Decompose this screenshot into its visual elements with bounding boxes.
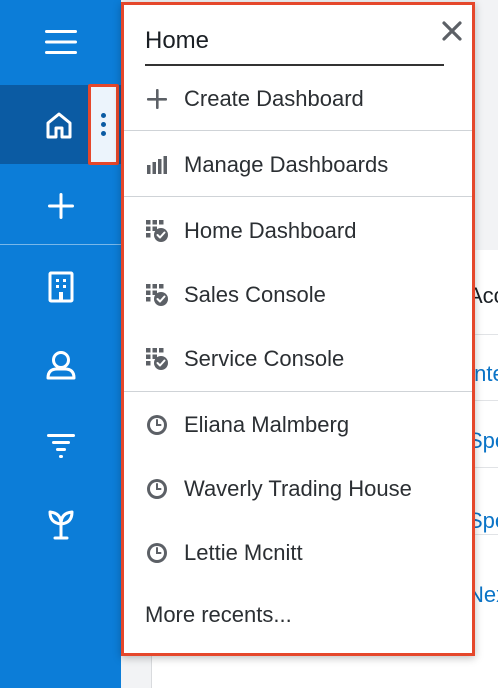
menu-item-label: Waverly Trading House: [184, 476, 412, 501]
menu-divider: [124, 130, 472, 131]
menu-item-label: Home Dashboard: [184, 218, 357, 243]
home-icon: [46, 112, 71, 138]
dashboard-check-icon: [145, 219, 169, 243]
funnel-icon: [46, 434, 75, 458]
building-icon: [48, 271, 73, 303]
title-underline: [145, 64, 444, 66]
sprout-icon: [48, 510, 73, 540]
bar-chart-icon: [145, 153, 169, 177]
dashboard-item[interactable]: Home Dashboard: [124, 211, 472, 251]
menu-item-label: Sales Console: [184, 282, 326, 307]
recent-item[interactable]: Lettie Mcnitt: [124, 533, 472, 573]
menu-button[interactable]: [0, 10, 121, 74]
dashboard-check-icon: [145, 347, 169, 371]
menu-item-label: Manage Dashboards: [184, 152, 389, 177]
home-actions-kebab-button[interactable]: [88, 84, 119, 165]
leads-tab[interactable]: [0, 413, 121, 477]
plus-icon: [47, 193, 74, 219]
menu-divider: [124, 391, 472, 392]
home-dropdown-menu: Home Create Dashboard Manage Dashboards …: [121, 2, 475, 656]
dashboard-item[interactable]: Service Console: [124, 339, 472, 379]
recent-item[interactable]: Waverly Trading House: [124, 469, 472, 509]
quick-create-button[interactable]: [0, 174, 121, 238]
opportunities-tab[interactable]: [0, 492, 121, 556]
menu-item-label: Eliana Malmberg: [184, 412, 350, 437]
dashboard-item[interactable]: Sales Console: [124, 275, 472, 315]
plus-icon: [145, 87, 169, 111]
dashboard-check-icon: [145, 283, 169, 307]
hamburger-icon: [44, 30, 77, 54]
close-button[interactable]: [440, 19, 464, 43]
clock-icon: [145, 477, 169, 501]
person-icon: [46, 351, 75, 380]
sidebar-divider: [0, 244, 121, 245]
manage-dashboards-item[interactable]: Manage Dashboards: [124, 145, 472, 185]
kebab-icon: [101, 113, 106, 136]
menu-item-label: Service Console: [184, 346, 345, 371]
recent-item[interactable]: Eliana Malmberg: [124, 405, 472, 445]
menu-item-label: Lettie Mcnitt: [184, 540, 303, 565]
clock-icon: [145, 541, 169, 565]
create-dashboard-item[interactable]: Create Dashboard: [124, 79, 472, 119]
menu-title: Home: [145, 27, 210, 54]
menu-item-label: Create Dashboard: [184, 86, 364, 111]
accounts-tab[interactable]: [0, 255, 121, 319]
clock-icon: [145, 413, 169, 437]
menu-divider: [124, 196, 472, 197]
contacts-tab[interactable]: [0, 333, 121, 397]
close-icon: [442, 21, 462, 41]
more-recents-link[interactable]: More recents...: [145, 602, 292, 628]
